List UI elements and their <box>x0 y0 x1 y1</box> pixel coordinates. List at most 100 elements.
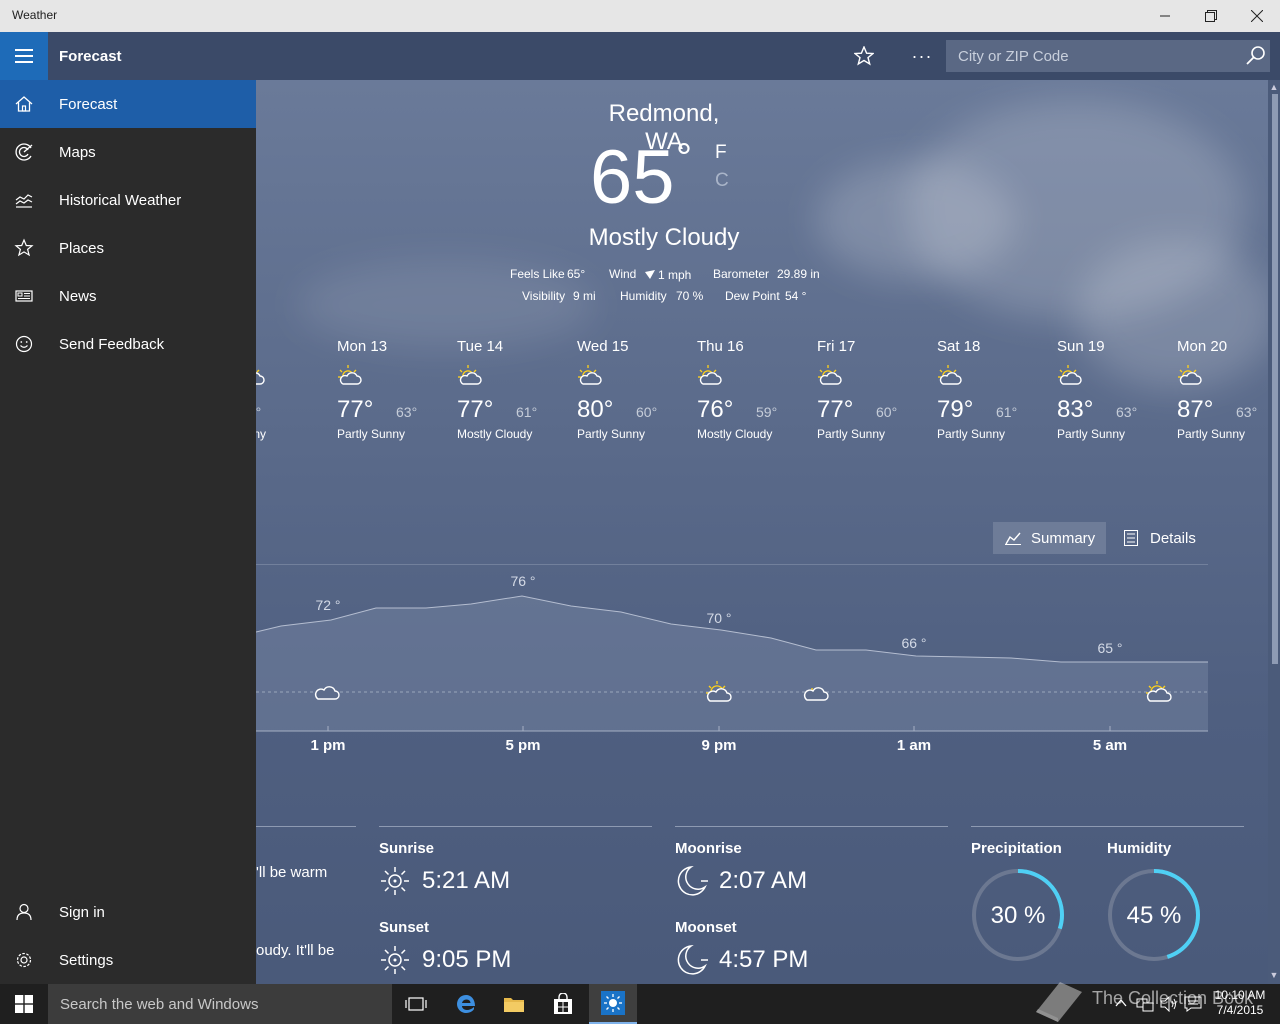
high-temperature: 79° <box>937 396 974 423</box>
low-temperature: 61° <box>516 404 538 420</box>
smiley-icon <box>15 335 33 353</box>
sidebar-item-sign-in[interactable]: Sign in <box>0 888 256 936</box>
sidebar-item-send-feedback[interactable]: Send Feedback <box>0 320 256 368</box>
action-center-icon[interactable] <box>1184 996 1202 1012</box>
hourly-temperature-label: 70 ° <box>706 610 731 626</box>
sidebar-item-maps[interactable]: Maps <box>0 128 256 176</box>
sidebar-item-label: Send Feedback <box>59 335 165 353</box>
current-temperature: 65 <box>590 135 675 220</box>
sidebar-item-label: Historical Weather <box>59 191 182 209</box>
precipitation-value: 30 % <box>990 902 1046 929</box>
start-button[interactable] <box>0 984 48 1024</box>
taskbar-file-explorer[interactable] <box>490 984 538 1024</box>
daily-forecast-item[interactable]: Wed 15 80° 60° Partly Sunny <box>577 338 687 441</box>
details-list-icon <box>1124 530 1138 546</box>
sidebar-item-forecast[interactable]: Forecast <box>0 80 256 128</box>
line-chart-icon <box>1005 532 1021 545</box>
divider <box>675 826 948 827</box>
task-view-button[interactable] <box>392 984 440 1024</box>
partly-sunny-icon <box>937 364 963 391</box>
humidity-gauge-label: Humidity <box>1107 840 1172 857</box>
sidebar-item-news[interactable]: News <box>0 272 256 320</box>
network-icon[interactable] <box>1136 996 1154 1012</box>
day-name: Fri 17 <box>817 338 856 355</box>
day-condition: Mostly Cloudy <box>457 427 533 441</box>
hourly-temperature-label: 72 ° <box>315 597 340 613</box>
high-temperature: 76° <box>697 396 734 423</box>
details-label: Details <box>1150 529 1196 547</box>
summary-label: Summary <box>1031 529 1096 547</box>
taskbar-weather[interactable] <box>589 984 637 1024</box>
daily-forecast-item[interactable]: Thu 16 76° 59° Mostly Cloudy <box>697 338 807 441</box>
details-tab[interactable]: Details <box>1112 522 1208 554</box>
daily-forecast-item[interactable]: Tue 14 77° 61° Mostly Cloudy <box>457 338 567 441</box>
more-button[interactable]: ··· <box>906 40 938 72</box>
scroll-up-icon[interactable]: ▲ <box>1269 82 1279 92</box>
star-icon <box>854 46 874 66</box>
search-icon[interactable] <box>1244 44 1268 68</box>
chevron-up-icon[interactable] <box>1114 996 1128 1010</box>
search-input[interactable] <box>946 40 1236 72</box>
close-button[interactable] <box>1234 0 1280 32</box>
sidebar-item-label: Maps <box>59 143 96 161</box>
wind-value: 1 mph <box>658 268 692 282</box>
degree-symbol: ° <box>676 136 692 180</box>
day-condition: Partly Sunny <box>1177 427 1246 441</box>
barometer-label: Barometer <box>713 267 770 281</box>
sidebar-item-label: News <box>59 287 97 305</box>
day-name: Mon 20 <box>1177 338 1228 355</box>
divider <box>379 826 652 827</box>
favorite-button[interactable] <box>848 40 880 72</box>
home-icon <box>15 96 33 112</box>
daily-forecast-item[interactable]: Fri 17 77° 60° Partly Sunny <box>817 338 927 441</box>
unit-fahrenheit-toggle[interactable]: F <box>715 142 727 164</box>
hourly-chart: 1 pm 72 ° 5 pm 76 ° 9 pm 70 ° 1 am 66 ° 5 am 65 ° <box>256 564 1208 754</box>
day-name: Thu 16 <box>697 338 744 355</box>
hamburger-button[interactable] <box>0 32 48 80</box>
partly-sunny-icon <box>1177 364 1203 391</box>
daily-forecast-item[interactable]: 2 54° unny <box>256 338 350 441</box>
taskbar-store[interactable] <box>539 984 587 1024</box>
unit-celsius-toggle[interactable]: C <box>715 170 729 192</box>
person-icon <box>16 903 32 921</box>
daily-forecast-item[interactable]: Sun 19 83° 63° Partly Sunny <box>1057 338 1167 441</box>
taskbar-edge[interactable] <box>442 984 490 1024</box>
moon-icon <box>677 944 708 975</box>
restore-button[interactable] <box>1188 0 1234 32</box>
clock-date: 7/4/2015 <box>1216 1003 1264 1017</box>
day-name: Sun 19 <box>1057 338 1105 355</box>
scrollbar-thumb[interactable] <box>1272 94 1278 664</box>
daily-forecast-item[interactable]: Mon 13 77° 63° Partly Sunny <box>337 338 447 441</box>
hourly-temperature-label: 76 ° <box>510 573 535 589</box>
low-temperature: 61° <box>996 404 1018 420</box>
summary-tab[interactable]: Summary <box>993 522 1106 554</box>
header-title: Forecast <box>59 48 122 65</box>
volume-icon[interactable] <box>1160 996 1178 1012</box>
navigation-pane: Forecast Maps Historical Weather Places … <box>0 80 256 984</box>
time-label: 1 am <box>897 737 931 754</box>
day-condition: Partly Sunny <box>337 427 406 441</box>
barometer-value: 29.89 in <box>777 267 820 281</box>
time-label: 5 pm <box>505 737 540 754</box>
partly-sunny-icon <box>577 364 603 391</box>
high-temperature: 83° <box>1057 396 1094 423</box>
day-name: Wed 15 <box>577 338 629 355</box>
moon-icon <box>677 865 708 896</box>
daily-forecast-item[interactable]: Mon 20 87° 63° Partly Sunny <box>1177 338 1268 441</box>
taskbar-search-input[interactable] <box>48 984 392 1024</box>
sidebar-item-historical-weather[interactable]: Historical Weather <box>0 176 256 224</box>
edge-browser-icon <box>457 995 475 1013</box>
minimize-button[interactable] <box>1142 0 1188 32</box>
day-condition: Partly Sunny <box>1057 427 1126 441</box>
sidebar-item-settings[interactable]: Settings <box>0 936 256 984</box>
task-view-icon <box>405 997 427 1011</box>
store-icon <box>554 993 572 1014</box>
daily-forecast-item[interactable]: Sat 18 79° 61° Partly Sunny <box>937 338 1047 441</box>
scrollbar[interactable]: ▲ ▼ <box>1268 80 1280 984</box>
sunrise-time: 5:21 AM <box>422 867 511 894</box>
day-name: Sat 18 <box>937 338 981 355</box>
scroll-down-icon[interactable]: ▼ <box>1269 970 1279 980</box>
sidebar-item-places[interactable]: Places <box>0 224 256 272</box>
wind-direction-icon <box>645 270 655 279</box>
system-clock[interactable]: 10:10 AM 7/4/2015 <box>1208 988 1272 1018</box>
